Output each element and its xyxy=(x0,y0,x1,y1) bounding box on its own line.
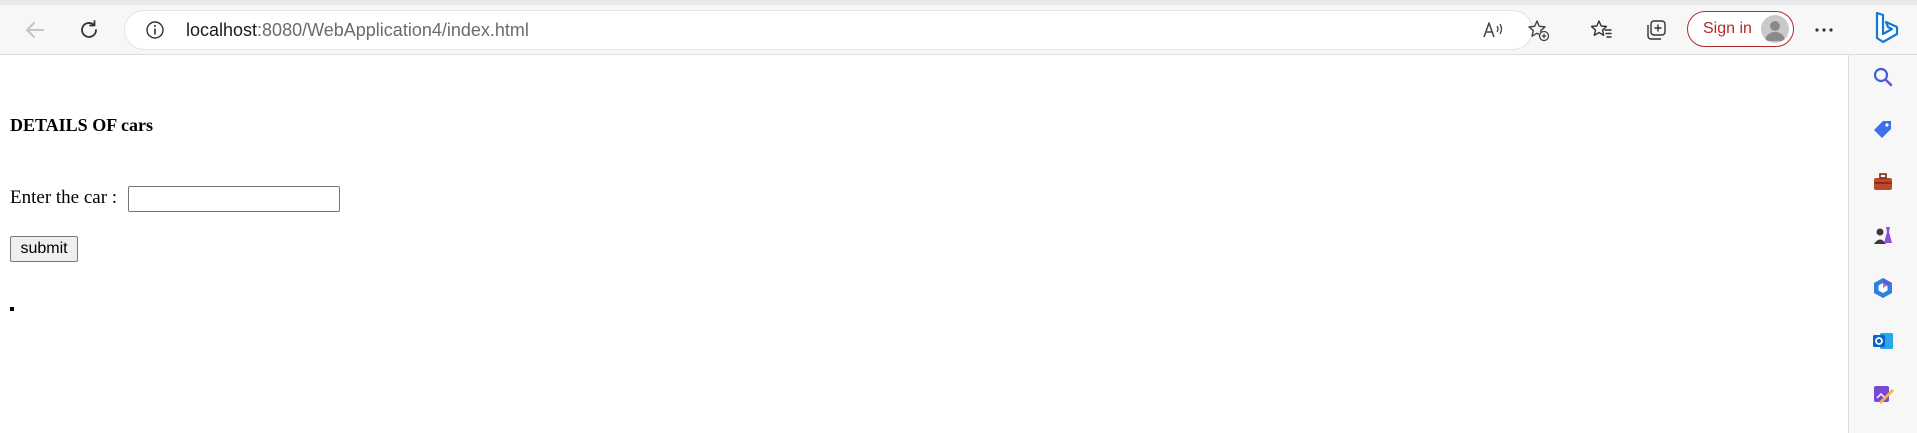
search-icon xyxy=(1871,65,1895,94)
collections-icon xyxy=(1644,18,1668,42)
sidebar-item-designer[interactable] xyxy=(1870,383,1896,409)
favorites-icon xyxy=(1589,18,1613,42)
tools-icon xyxy=(1871,170,1895,199)
favorites-button[interactable] xyxy=(1583,12,1619,48)
list-bullet xyxy=(10,307,14,311)
microsoft-365-icon xyxy=(1871,276,1895,305)
submit-button[interactable]: submit xyxy=(10,236,78,262)
refresh-button[interactable] xyxy=(71,12,107,48)
sidebar-item-shopping[interactable] xyxy=(1870,119,1896,145)
bing-copilot-icon xyxy=(1864,11,1904,52)
refresh-icon xyxy=(78,19,100,41)
url-text[interactable]: localhost:8080/WebApplication4/index.htm… xyxy=(186,20,529,40)
more-button[interactable] xyxy=(1806,12,1842,48)
read-aloud-icon[interactable] xyxy=(1481,18,1505,42)
more-icon xyxy=(1813,19,1835,41)
info-icon[interactable] xyxy=(145,20,165,40)
back-button[interactable] xyxy=(17,12,53,48)
car-input[interactable] xyxy=(128,186,340,212)
edge-sidebar xyxy=(1848,55,1917,433)
sidebar-item-games[interactable] xyxy=(1870,224,1896,250)
url-path: :8080/WebApplication4/index.html xyxy=(257,20,529,40)
page-title: DETAILS OF cars xyxy=(10,115,154,135)
outlook-icon xyxy=(1871,329,1895,358)
page-content: DETAILS OF cars Enter the car : submit xyxy=(0,55,1848,433)
back-arrow-icon xyxy=(24,19,46,41)
add-favorite-icon[interactable] xyxy=(1526,18,1550,42)
sidebar-item-search[interactable] xyxy=(1870,66,1896,92)
address-bar[interactable]: localhost:8080/WebApplication4/index.htm… xyxy=(125,11,1550,49)
sign-in-button[interactable]: Sign in xyxy=(1687,11,1794,47)
sidebar-item-microsoft-365[interactable] xyxy=(1870,277,1896,303)
sign-in-label: Sign in xyxy=(1703,20,1752,37)
shopping-tag-icon xyxy=(1871,118,1895,147)
avatar-icon xyxy=(1761,15,1789,43)
url-host: localhost xyxy=(186,20,258,40)
games-icon xyxy=(1871,223,1895,252)
bing-copilot-button[interactable] xyxy=(1864,8,1904,48)
car-field-label: Enter the car : xyxy=(10,187,118,208)
collections-button[interactable] xyxy=(1638,12,1674,48)
sidebar-item-tools[interactable] xyxy=(1870,171,1896,197)
browser-toolbar: localhost:8080/WebApplication4/index.htm… xyxy=(0,5,1917,55)
designer-icon xyxy=(1871,382,1895,411)
sidebar-item-outlook[interactable] xyxy=(1870,330,1896,356)
